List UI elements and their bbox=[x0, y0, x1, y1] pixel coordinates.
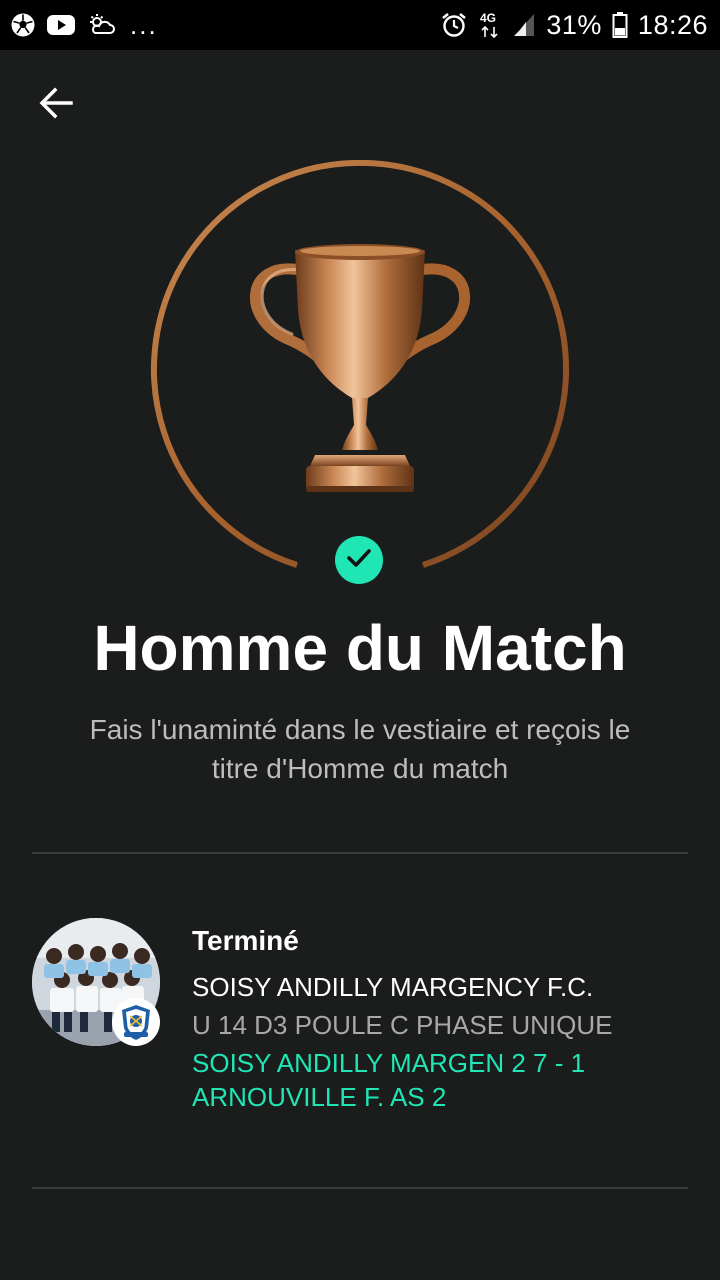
arrow-left-icon bbox=[38, 87, 74, 124]
club-crest-icon bbox=[112, 998, 160, 1046]
page-subtitle: Fais l'unaminté dans le vestiaire et reç… bbox=[40, 710, 680, 788]
match-card[interactable]: Terminé SOISY ANDILLY MARGENCY F.C. U 14… bbox=[32, 912, 688, 1132]
battery-icon bbox=[612, 11, 628, 39]
match-score-line-2: ARNOUVILLE F. AS 2 bbox=[192, 1082, 447, 1112]
subtitle-line-2: titre d'Homme du match bbox=[211, 753, 509, 784]
divider bbox=[32, 852, 688, 854]
competition-name: U 14 D3 POULE C PHASE UNIQUE bbox=[192, 1010, 613, 1040]
notification-overflow: ... bbox=[130, 9, 158, 40]
status-bar: ... 4G 31% 18:26 bbox=[0, 0, 720, 50]
match-status: Terminé bbox=[192, 925, 299, 956]
check-icon bbox=[346, 547, 372, 574]
club-name: SOISY ANDILLY MARGENCY F.C. bbox=[192, 972, 594, 1002]
page-title: Homme du Match bbox=[93, 612, 627, 684]
soccer-ball-icon bbox=[10, 12, 36, 38]
trophy-ring bbox=[151, 159, 569, 568]
match-info: Terminé SOISY ANDILLY MARGENCY F.C. U 14… bbox=[192, 922, 688, 1114]
divider bbox=[32, 1187, 688, 1189]
youtube-icon bbox=[46, 13, 76, 37]
trophy-illustration bbox=[140, 159, 580, 600]
signal-icon bbox=[512, 12, 536, 38]
clock: 18:26 bbox=[637, 9, 708, 40]
trophy-icon bbox=[250, 244, 470, 492]
battery-percent: 31% bbox=[546, 9, 602, 40]
subtitle-line-1: Fais l'unaminté dans le vestiaire et reç… bbox=[89, 714, 631, 745]
network-4g-icon: 4G bbox=[478, 10, 502, 40]
weather-icon bbox=[86, 12, 116, 38]
network-type-label: 4G bbox=[480, 11, 496, 25]
alarm-icon bbox=[440, 11, 468, 39]
back-button[interactable] bbox=[28, 80, 84, 130]
check-badge bbox=[335, 536, 383, 584]
match-score-line-1: SOISY ANDILLY MARGEN 2 7 - 1 bbox=[192, 1048, 586, 1078]
